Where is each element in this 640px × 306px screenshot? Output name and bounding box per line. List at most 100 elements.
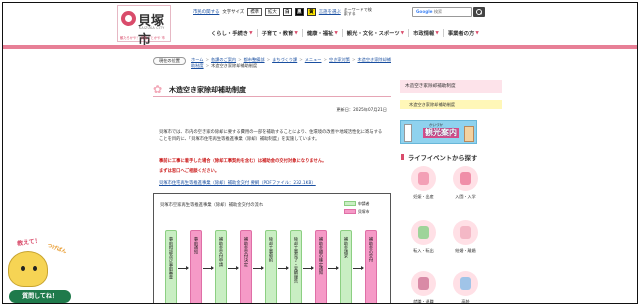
global-nav: くらし・手続き ▼ 子育て・教育 ▼ 健康・福祉 ▼ 観光・文化・スポーツ ▼ 市政情報… <box>207 29 483 37</box>
breadcrumb-label: 現在の位置 <box>153 57 186 65</box>
flow-step: 補助金交付申請 <box>215 230 227 303</box>
nav-label: 健康・福祉 <box>306 31 334 37</box>
flow-step-label: 補助金額の確定通知 <box>319 237 324 275</box>
nav-label: くらし・手続き <box>211 31 249 37</box>
process-flow-diagram: 貝塚市空家再生等推進事業（除却）補助金交付の流れ 申請者 貝塚市 事前相談及び事… <box>153 193 391 303</box>
temple-illustration-icon <box>464 126 474 142</box>
site-header: 貝塚市 KAIZUKA CITY 観たろかや！ 文化ごとかや 市 市民の関する … <box>3 3 637 48</box>
logo-romaji: KAIZUKA CITY <box>139 26 165 30</box>
life-event-circle <box>411 271 436 296</box>
breadcrumb: ホーム > 各課のご案内 > 都市整備部 > まちづくり課 > メニュー > 空き家対策 > 木造空き家… <box>191 57 391 68</box>
site-search-input[interactable]: Google 検索 <box>412 7 472 17</box>
warning-text: まずは窓口へご相談ください。 <box>159 169 220 174</box>
life-event-circle <box>453 220 478 245</box>
sakura-flower-icon: ✿ <box>153 83 163 96</box>
breadcrumb-item[interactable]: 空き家対策 <box>329 57 350 62</box>
life-event-item[interactable]: 就職・退職 <box>406 271 441 303</box>
sidebar-item-current[interactable]: 木造空き家除却補助制度 <box>400 100 502 109</box>
bg-white-button[interactable]: 白 <box>282 8 292 16</box>
wedding-icon <box>460 226 471 239</box>
flow-step: 事前相談及び事前審査 <box>165 230 177 303</box>
sidebar-heading: 木造空き家除却補助制度 <box>400 80 502 93</box>
life-event-item[interactable]: 転入・転出 <box>406 220 441 260</box>
nav-item-life[interactable]: くらし・手続き ▼ <box>207 29 257 38</box>
pregnancy-icon <box>418 172 429 185</box>
legend-applicant: 申請者 <box>344 199 369 207</box>
mascot-character-icon <box>8 251 48 287</box>
nav-item-tourism[interactable]: 観光・文化・スポーツ ▼ <box>341 29 408 37</box>
chevron-down-icon: ▼ <box>400 30 405 36</box>
flow-step-label: 補助金請求 <box>344 237 349 258</box>
breadcrumb-item[interactable]: まちづくり課 <box>272 57 297 62</box>
city-logo[interactable]: 貝塚市 KAIZUKA CITY 観たろかや！ 文化ごとかや 市 <box>117 5 171 48</box>
flow-step: 除却工事契約 <box>265 230 277 303</box>
legend-swatch <box>344 200 356 206</box>
moving-truck-icon <box>418 226 429 239</box>
breadcrumb-item[interactable]: 都市整備部 <box>244 57 265 62</box>
header-divider <box>3 45 637 49</box>
font-size-large-button[interactable]: 拡大 <box>264 8 280 16</box>
life-event-label: 結婚・離婚 <box>455 248 476 253</box>
bg-yellow-button[interactable]: 黄 <box>306 8 316 16</box>
flow-step-label: 補助金の交付 <box>369 237 374 263</box>
flow-title: 貝塚市空家再生等推進事業（除却）補助金交付の流れ <box>160 203 264 208</box>
bg-black-button[interactable]: 黒 <box>294 8 304 16</box>
flow-arrow-icon <box>353 266 364 270</box>
life-event-circle <box>453 271 478 296</box>
pdf-guideline-link[interactable]: 貝塚市住宅再生等推進事業（除却）補助金交付 要綱（PDFファイル：232.1KB… <box>159 180 316 186</box>
flow-step: 事前通知 <box>190 230 202 303</box>
nav-item-childcare[interactable]: 子育て・教育 ▼ <box>256 29 302 37</box>
flow-step-label: 除却工事完了・実績報告 <box>294 237 299 284</box>
util-link-citizen[interactable]: 市民の関する <box>193 9 219 15</box>
updated-date: 更新日：2025年07月21日 <box>336 107 387 112</box>
chevron-down-icon: ▼ <box>435 30 439 36</box>
flow-arrow-icon <box>253 266 264 270</box>
legend-label: 貝塚市 <box>358 208 370 214</box>
search-placeholder: 検索 <box>433 9 443 14</box>
chevron-down-icon: ▼ <box>475 30 479 36</box>
life-event-label: 妊娠・出産 <box>413 194 434 199</box>
language-link[interactable]: 言語を選ぶ <box>319 9 341 15</box>
nav-label: 子育て・教育 <box>261 31 294 37</box>
legend-city: 貝塚市 <box>344 207 369 215</box>
flow-arrow-icon <box>178 266 189 270</box>
city-emblem-icon <box>121 11 136 26</box>
life-events-title: ライフイベントから探す <box>400 154 478 162</box>
nav-item-health[interactable]: 健康・福祉 ▼ <box>301 29 342 37</box>
nav-item-government[interactable]: 市政情報 ▼ <box>408 29 443 37</box>
warning-text: 事前に工事に着手した場合（除却工事契約を含む）は補助金の交付対象になりません。 <box>159 159 327 164</box>
nav-item-business[interactable]: 事業者の方 ▼ <box>442 29 483 37</box>
search-icon[interactable] <box>473 7 485 17</box>
nav-label: 事業者の方 <box>447 31 475 37</box>
life-event-item[interactable]: 結婚・離婚 <box>448 220 483 260</box>
life-event-item[interactable]: 入園・入学 <box>448 166 483 206</box>
life-event-circle <box>411 166 436 191</box>
page-title-block: ✿ 木造空き家除却補助制度 <box>153 83 391 97</box>
legend-swatch <box>344 208 356 214</box>
elderly-icon <box>460 277 471 290</box>
tourism-banner[interactable]: かいづか 観光案内 <box>400 120 477 144</box>
breadcrumb-item[interactable]: メニュー <box>305 57 322 62</box>
life-event-item[interactable]: 高齢 <box>448 271 483 303</box>
font-size-standard-button[interactable]: 標準 <box>247 8 262 16</box>
tower-illustration-icon <box>404 124 412 142</box>
life-event-label: 転入・転出 <box>413 248 434 253</box>
utility-bar: 市民の関する 文字サイズ 標準 拡大 白 黒 黄 言語を選ぶ キーワードで検索す… <box>193 7 372 17</box>
mascot-bubble: 教えて！ <box>16 237 42 248</box>
flow-step-label: 補助金交付申請 <box>219 237 224 267</box>
browser-viewport: 貝塚市 KAIZUKA CITY 観たろかや！ 文化ごとかや 市 市民の関する … <box>2 2 638 304</box>
font-size-label: 文字サイズ <box>222 10 245 15</box>
life-event-item[interactable]: 妊娠・出産 <box>406 166 441 206</box>
logo-tagline: 観たろかや！ 文化ごとかや 市 <box>120 36 165 40</box>
flow-step-label: 補助金交付決定 <box>244 237 249 267</box>
breadcrumb-item[interactable]: 各課のご案内 <box>211 57 236 62</box>
nav-label: 市政情報 <box>413 31 435 37</box>
ask-question-button[interactable]: 質問してね！ <box>9 290 71 303</box>
legend-label: 申請者 <box>358 200 370 206</box>
chatbot-mascot[interactable]: 教えて！ つげばん 質問してね！ <box>3 235 79 303</box>
breadcrumb-current: 木造空き家除却補助制度 <box>211 63 258 68</box>
breadcrumb-home[interactable]: ホーム <box>191 57 203 62</box>
page-title: 木造空き家除却補助制度 <box>169 86 246 94</box>
flow-step: 除却工事完了・実績報告 <box>290 230 302 303</box>
flow-legend: 申請者 貝塚市 <box>344 199 369 215</box>
